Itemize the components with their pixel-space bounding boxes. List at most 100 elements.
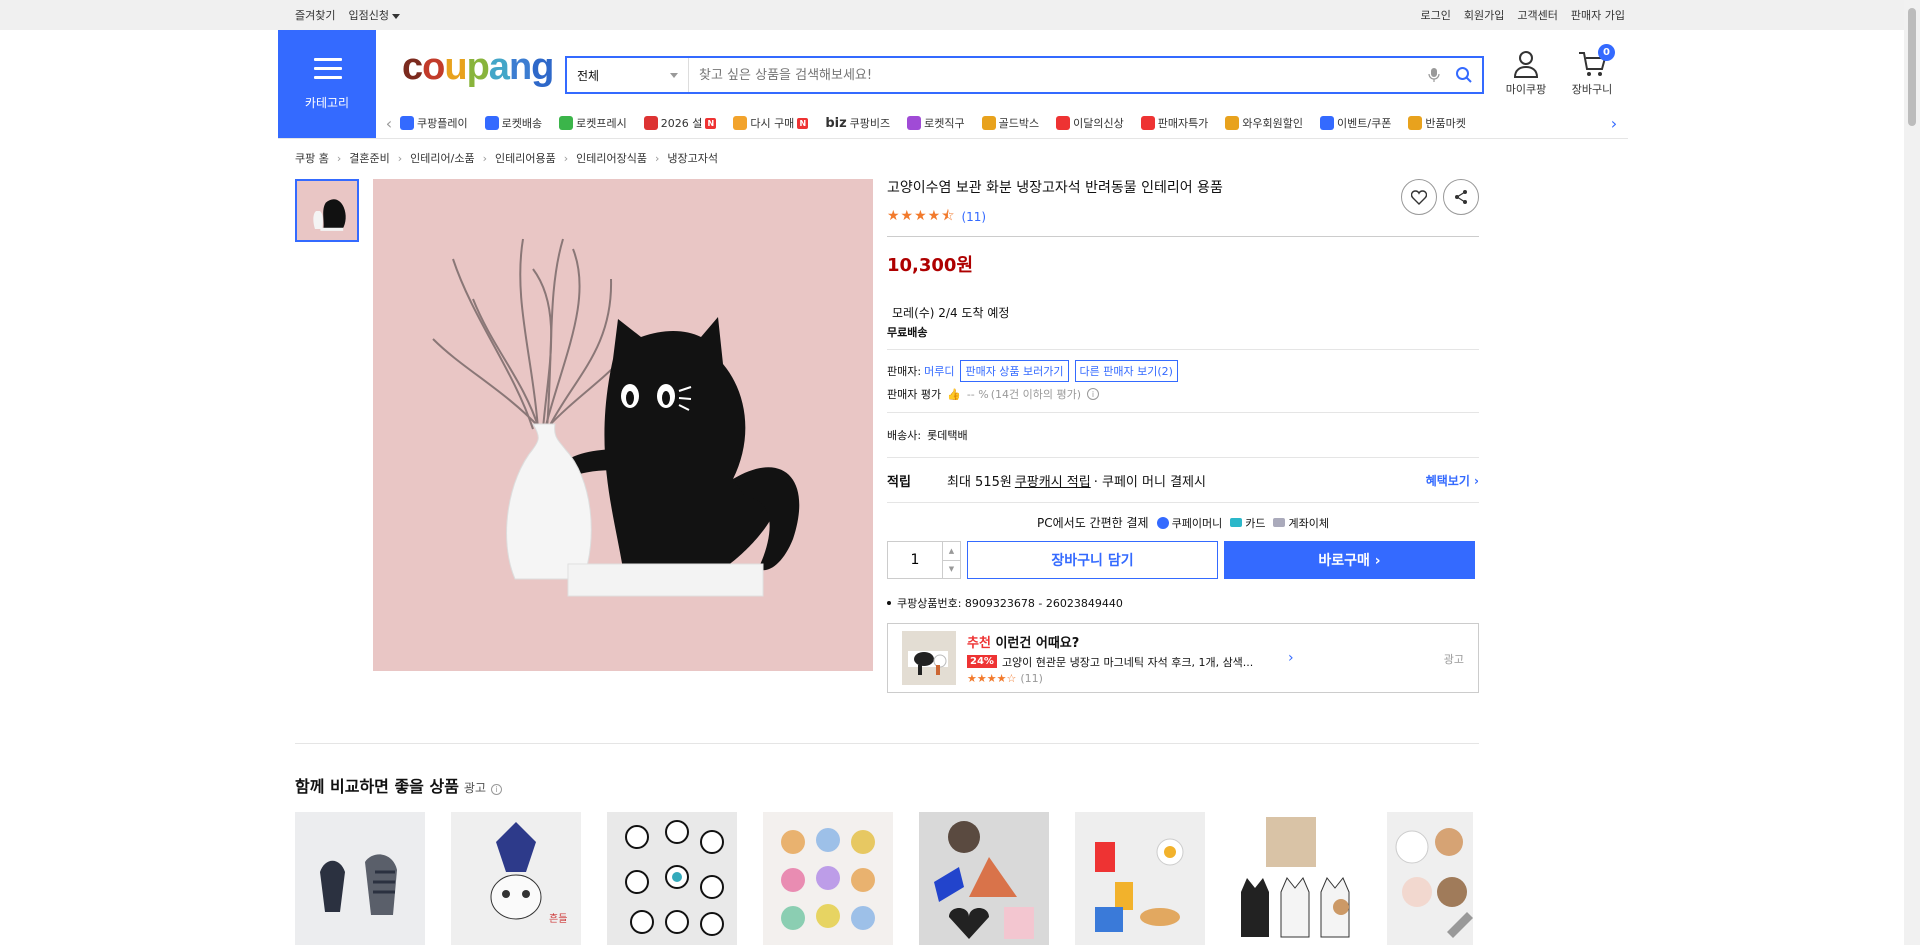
compare-product-card[interactable] bbox=[919, 812, 1049, 945]
compare-product-list: 흔들 bbox=[295, 812, 1479, 945]
nav-item[interactable]: biz 쿠팡비즈 bbox=[825, 115, 890, 131]
nav-item[interactable]: 쿠팡플레이 bbox=[400, 115, 468, 131]
bank-transfer-label: 계좌이체 bbox=[1288, 516, 1329, 530]
share-button[interactable] bbox=[1443, 179, 1479, 215]
nav-item[interactable]: 2026 설N bbox=[643, 115, 717, 131]
compare-product-card[interactable] bbox=[295, 812, 425, 945]
coupon-icon bbox=[1320, 116, 1335, 130]
breadcrumb-item[interactable]: 인테리어/소품 bbox=[410, 150, 474, 166]
nav-item-label: 이벤트/쿠폰 bbox=[1337, 117, 1392, 130]
microphone-icon[interactable] bbox=[1422, 63, 1446, 87]
compare-product-card[interactable] bbox=[607, 812, 737, 945]
benefit-label: 혜택보기 bbox=[1425, 474, 1470, 488]
breadcrumb-item[interactable]: 결혼준비 bbox=[349, 150, 389, 166]
product-info-panel: 고양이수염 보관 화분 냉장고자석 반려동물 인테리어 용품 ★★★★⯪ (11… bbox=[887, 179, 1479, 693]
login-link[interactable]: 로그인 bbox=[1421, 7, 1451, 23]
seller-rating-label: 판매자 평가 bbox=[887, 388, 942, 401]
nav-item[interactable]: 와우회원할인 bbox=[1225, 115, 1303, 131]
other-sellers-link[interactable]: 다른 판매자 보기(2) bbox=[1074, 360, 1178, 382]
compare-product-card[interactable] bbox=[1387, 812, 1473, 945]
chevron-right-icon[interactable]: › bbox=[1288, 650, 1294, 666]
info-icon[interactable]: i bbox=[491, 784, 503, 795]
info-icon[interactable]: i bbox=[1087, 388, 1099, 400]
quantity-input[interactable] bbox=[888, 542, 942, 578]
compare-product-card[interactable]: 흔들 bbox=[451, 812, 581, 945]
coupay-money-option: 쿠페이머니 bbox=[1156, 515, 1222, 531]
seller-products-link[interactable]: 판매자 상품 보러가기 bbox=[960, 360, 1069, 382]
coupang-logo[interactable]: coupang bbox=[402, 46, 554, 89]
page-scrollbar[interactable] bbox=[1904, 0, 1920, 945]
seller-signup-link[interactable]: 판매자 가입 bbox=[1571, 7, 1625, 23]
bookmark-link[interactable]: 즐겨찾기 bbox=[295, 7, 335, 23]
breadcrumb-item[interactable]: 인테리어장식품 bbox=[576, 150, 647, 166]
nav-item[interactable]: 로켓직구 bbox=[907, 115, 965, 131]
recommended-review-count: (11) bbox=[1020, 671, 1043, 685]
benefit-link[interactable]: 혜택보기 › bbox=[1426, 472, 1479, 489]
bank-transfer-option: 계좌이체 bbox=[1273, 515, 1329, 531]
search-input[interactable] bbox=[689, 58, 1422, 92]
nav-item-label: 반품마켓 bbox=[1425, 117, 1466, 130]
nav-item[interactable]: 로켓배송 bbox=[484, 115, 542, 131]
food-magnets-image bbox=[1075, 812, 1205, 945]
nav-item-label: 로켓직구 bbox=[924, 117, 965, 130]
seller-name-link[interactable]: 머루디 bbox=[924, 363, 954, 379]
nav-item[interactable]: 반품마켓 bbox=[1408, 115, 1466, 131]
nav-item[interactable]: 다시 구매 N bbox=[733, 115, 809, 131]
quantity-increase-button[interactable]: ▲ bbox=[943, 542, 960, 561]
wishlist-button[interactable] bbox=[1401, 179, 1437, 215]
buy-now-button[interactable]: 바로구매 › bbox=[1224, 541, 1475, 579]
top-utility-bar: 즐겨찾기 입점신청 로그인 회원가입 고객센터 판매자 가입 bbox=[0, 0, 1920, 30]
product-title: 고양이수염 보관 화분 냉장고자석 반려동물 인테리어 용품 bbox=[887, 180, 1223, 196]
seller-apply-link[interactable]: 입점신청 bbox=[348, 7, 400, 23]
coupang-cash-link[interactable]: 쿠팡캐시 적립 bbox=[1015, 471, 1091, 490]
chevron-left-icon[interactable]: ‹ bbox=[378, 114, 400, 133]
search-scope-select[interactable]: 전체 bbox=[567, 58, 689, 92]
gift-icon bbox=[643, 116, 658, 130]
customer-center-link[interactable]: 고객센터 bbox=[1517, 7, 1557, 23]
reward-row: 적립 최대 515원 쿠팡캐시 적립 · 쿠페이 머니 결제시 혜택보기 › bbox=[887, 471, 1479, 490]
scrollbar-thumb[interactable] bbox=[1908, 8, 1916, 126]
breadcrumb-separator-icon: › bbox=[563, 151, 569, 165]
percent-icon bbox=[1140, 116, 1155, 130]
purchase-actions: ▲ ▼ 장바구니 담기 바로구매 › bbox=[887, 541, 1479, 579]
cat-hook-magnets-image bbox=[1231, 812, 1361, 945]
coupay-icon bbox=[1156, 516, 1169, 529]
review-count[interactable]: (11) bbox=[961, 210, 986, 224]
compare-product-card[interactable] bbox=[1231, 812, 1361, 945]
recommended-product-name: 고양이 현관문 냉장고 마그네틱 자석 후크, 1개, 삼색... bbox=[1001, 655, 1254, 669]
nav-item[interactable]: 이달의신상 bbox=[1056, 115, 1124, 131]
cart-count-badge: 0 bbox=[1598, 44, 1615, 61]
breadcrumb-item[interactable]: 인테리어용품 bbox=[495, 150, 556, 166]
add-to-cart-button[interactable]: 장바구니 담기 bbox=[967, 541, 1218, 579]
product-code-row: 쿠팡상품번호: 8909323678 - 26023849440 bbox=[887, 595, 1479, 611]
product-thumbnail[interactable] bbox=[295, 179, 359, 242]
quick-nav: ‹ 쿠팡플레이 로켓배송 로켓프레시 2026 설 N 다시 구매 N biz 쿠팡비즈 로켓직구… bbox=[378, 108, 1625, 138]
product-main-image[interactable] bbox=[373, 179, 873, 671]
cats-magnet-image bbox=[295, 812, 425, 945]
signup-link[interactable]: 회원가입 bbox=[1464, 7, 1504, 23]
compare-product-card[interactable] bbox=[763, 812, 893, 945]
breadcrumb-item[interactable]: 쿠팡 홈 bbox=[295, 150, 329, 166]
goldbox-icon bbox=[981, 116, 996, 130]
mycoupang-button[interactable]: 마이쿠팡 bbox=[1499, 50, 1553, 97]
reward-label: 적립 bbox=[887, 475, 911, 490]
cart-button[interactable]: 장바구니 0 bbox=[1565, 44, 1619, 97]
nav-item[interactable]: 골드박스 bbox=[981, 115, 1039, 131]
delivery-estimate: 모레(수) 2/4 도착 예정 bbox=[892, 306, 1010, 320]
nav-item[interactable]: 로켓프레시 bbox=[559, 115, 627, 131]
nav-item[interactable]: 판매자특가 bbox=[1140, 115, 1208, 131]
nav-item[interactable]: 이벤트/쿠폰 bbox=[1320, 115, 1391, 131]
product-rating[interactable]: ★★★★⯪ (11) bbox=[887, 205, 1479, 229]
nav-item-label: 와우회원할인 bbox=[1242, 117, 1304, 130]
compare-section-title: 함께 비교하면 좋을 상품 광고 i bbox=[295, 773, 503, 797]
category-menu-button[interactable]: 카테고리 bbox=[278, 30, 376, 138]
chevron-right-icon[interactable]: › bbox=[1603, 114, 1625, 133]
new-badge: N bbox=[705, 117, 717, 129]
breadcrumb-item[interactable]: 냉장고자석 bbox=[667, 150, 718, 166]
quantity-decrease-button[interactable]: ▼ bbox=[943, 561, 960, 579]
compare-product-card[interactable] bbox=[1075, 812, 1205, 945]
recommendation-ad[interactable]: 추천 이런건 어때요? 24% 고양이 현관문 냉장고 마그네틱 자석 후크, … bbox=[887, 623, 1479, 693]
nav-item-label: 이달의신상 bbox=[1073, 117, 1124, 130]
easy-pay-row: PC에서도 간편한 결제 쿠페이머니 카드 계좌이체 bbox=[887, 514, 1479, 531]
search-icon[interactable] bbox=[1452, 63, 1476, 87]
